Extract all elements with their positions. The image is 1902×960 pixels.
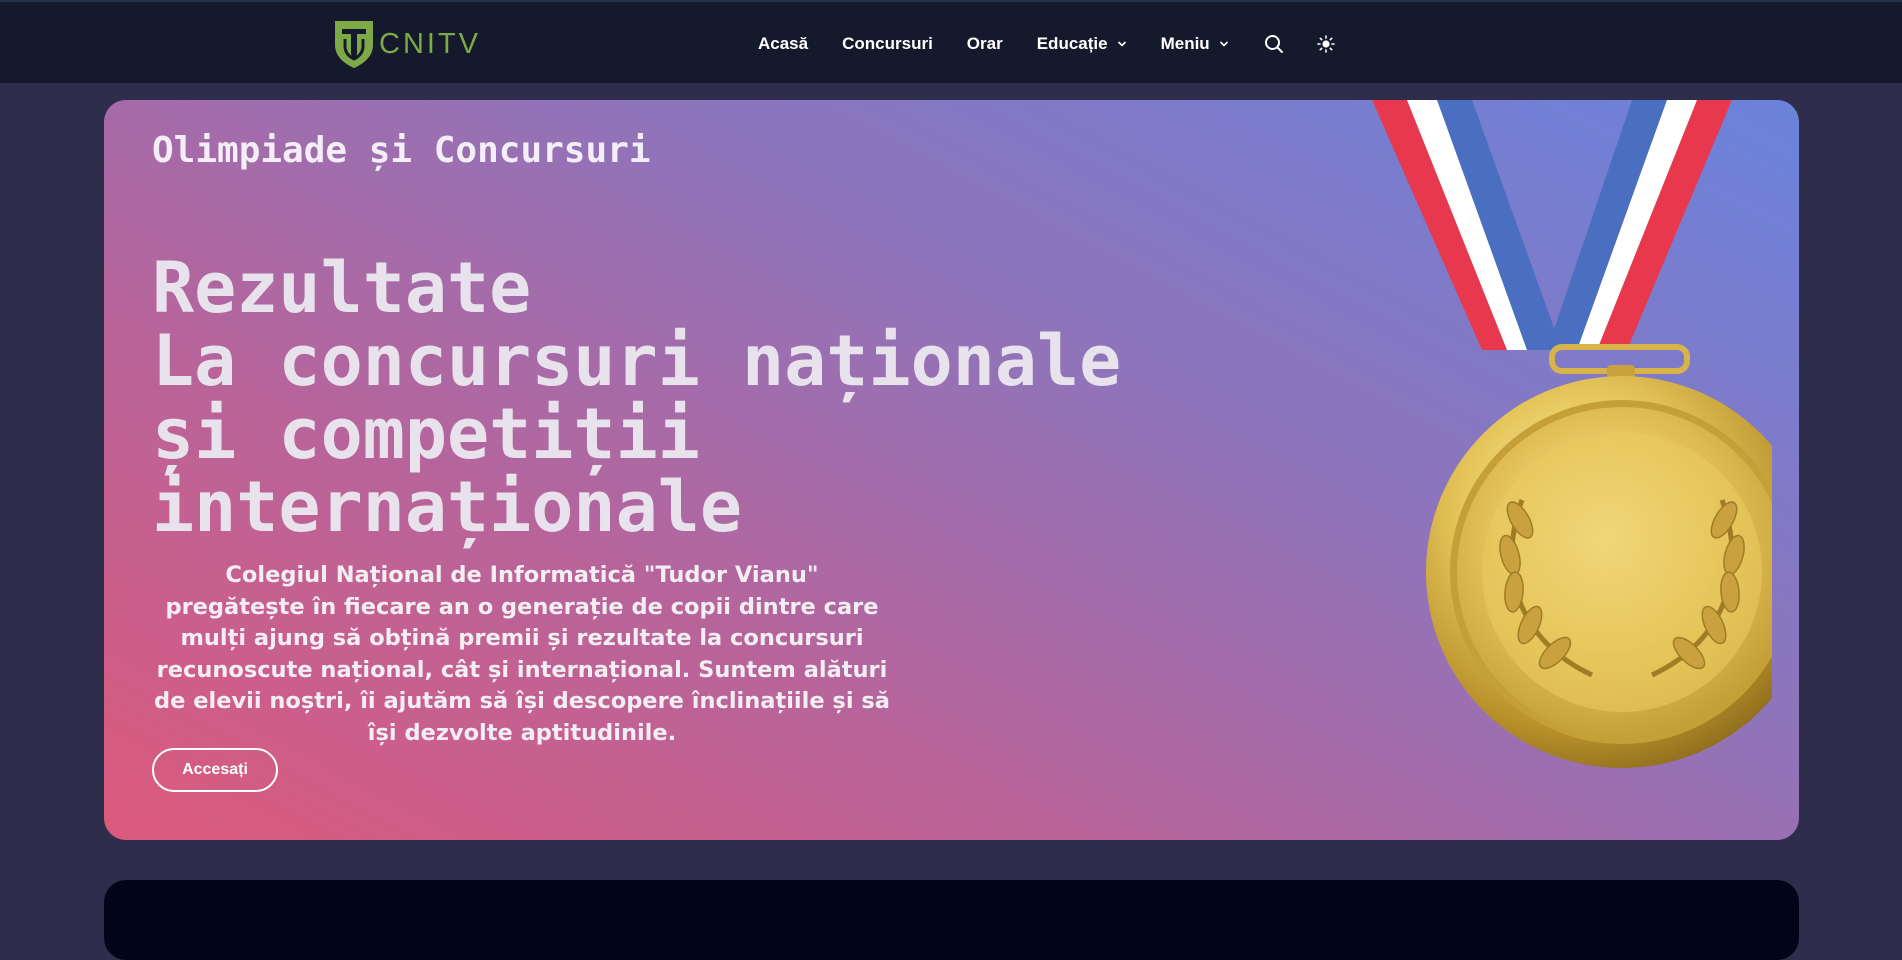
hero-title-line: Rezultate [152, 247, 532, 329]
nav-item-concursuri[interactable]: Concursuri [842, 34, 933, 54]
search-icon [1264, 34, 1283, 53]
nav-label: Meniu [1160, 33, 1210, 53]
search-button[interactable] [1263, 33, 1285, 55]
logo-text: CNITV [379, 27, 481, 60]
theme-toggle-button[interactable] [1315, 33, 1337, 55]
next-section-panel [104, 880, 1799, 960]
nav-item-acasa[interactable]: Acasă [758, 34, 808, 54]
nav-label: Concursuri [842, 33, 933, 53]
main-nav: Acasă Concursuri Orar Educație Meniu [758, 2, 1367, 85]
hero-title-line: La concursuri naționale [152, 320, 1122, 402]
nav-label: Acasă [758, 33, 809, 53]
nav-item-educatie[interactable]: Educație [1037, 34, 1127, 54]
hero-banner: Olimpiade și Concursuri Rezultate La con… [104, 100, 1799, 840]
nav-label: Orar [966, 33, 1003, 53]
nav-label: Educație [1036, 33, 1108, 53]
hero-title: Rezultate La concursuri naționale și com… [152, 252, 1252, 544]
top-navigation-bar: CNITV Acasă Concursuri Orar Educație Men… [0, 0, 1902, 83]
chevron-down-icon [1219, 40, 1228, 47]
hero-kicker: Olimpiade și Concursuri [152, 130, 651, 171]
accesati-button[interactable]: Accesați [152, 748, 278, 792]
hero-title-line: internaționale [152, 466, 743, 548]
nav-item-meniu[interactable]: Meniu [1161, 34, 1229, 54]
shield-logo-icon [335, 21, 373, 68]
chevron-down-icon [1117, 40, 1126, 47]
site-logo[interactable]: CNITV [333, 18, 481, 70]
sun-icon [1316, 34, 1335, 53]
gold-medal-illustration [1372, 100, 1772, 768]
hero-title-line: și competiții [152, 393, 700, 475]
hero-description: Colegiul Național de Informatică "Tudor … [154, 562, 890, 746]
nav-item-orar[interactable]: Orar [967, 34, 1003, 54]
